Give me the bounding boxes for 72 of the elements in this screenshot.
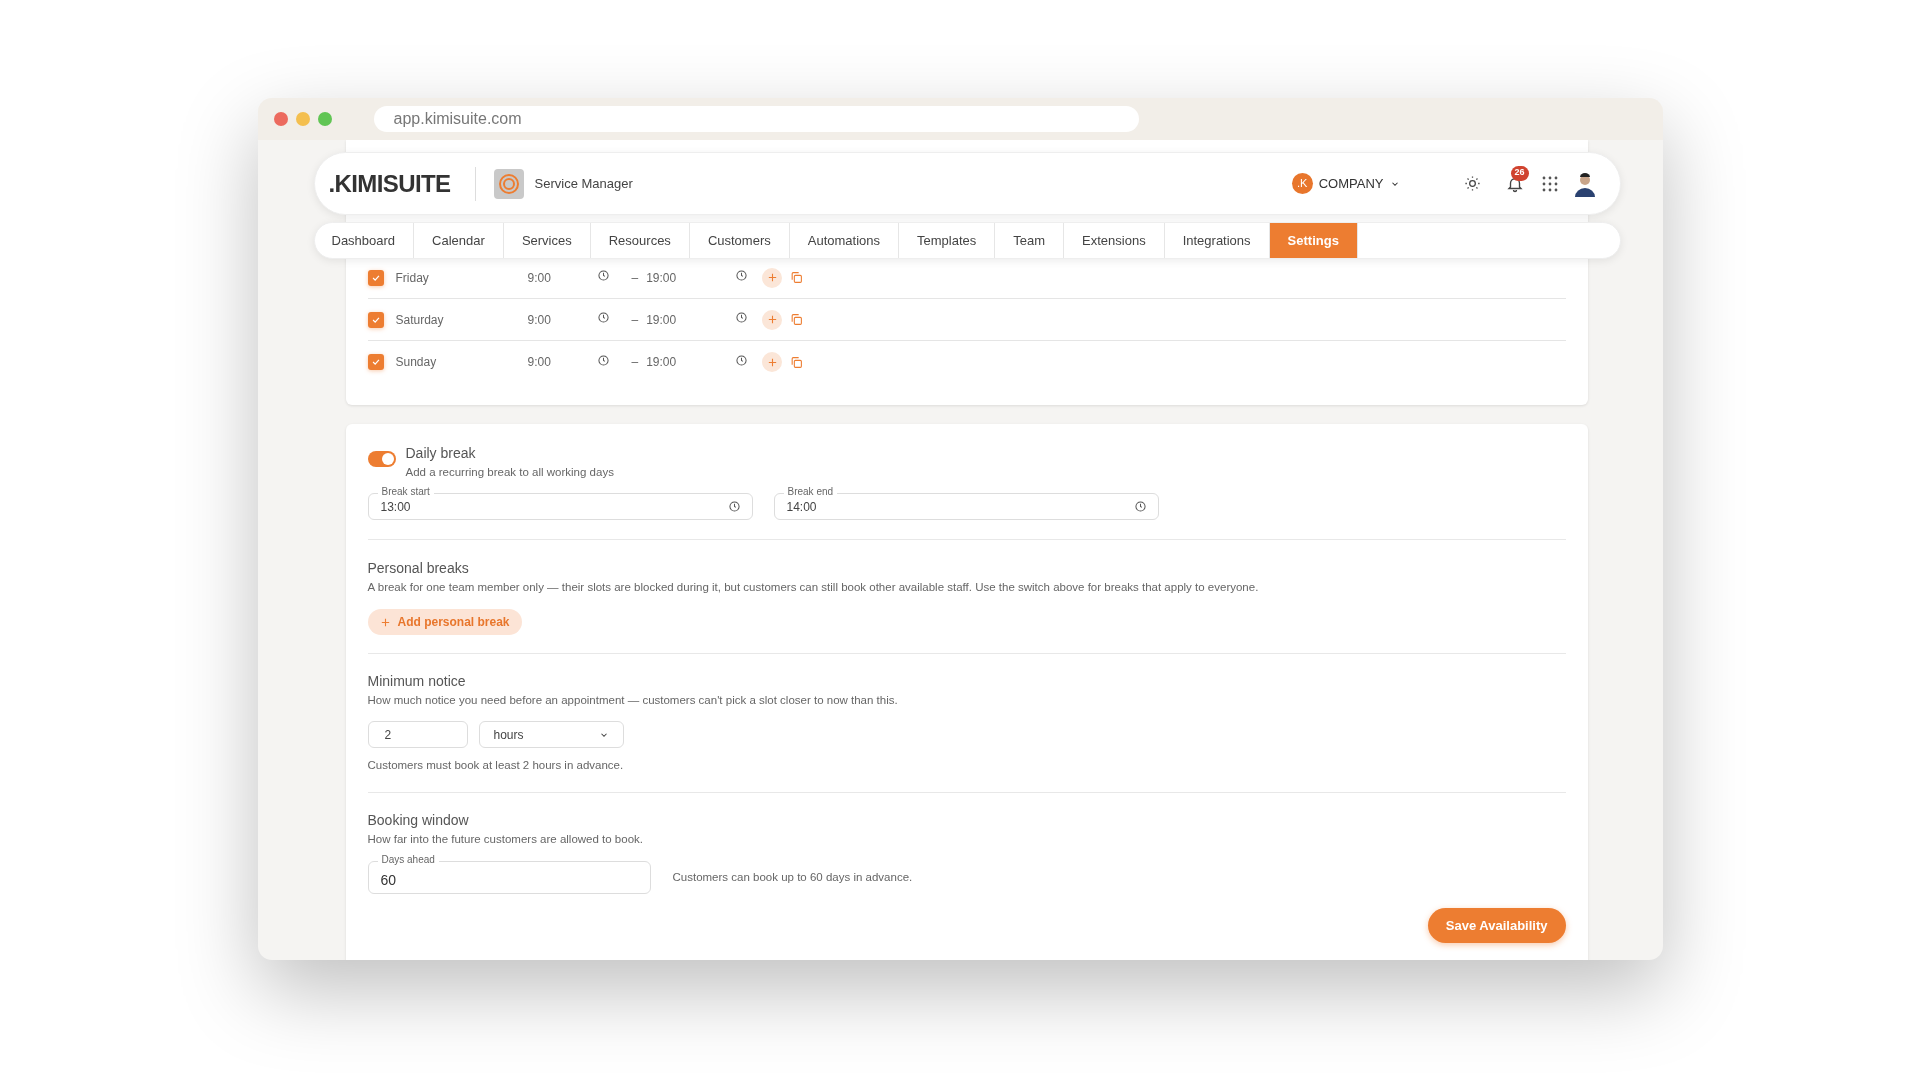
dash: – [631,269,639,287]
clock-icon [736,270,748,281]
day-checkbox[interactable] [367,269,384,286]
dash: – [631,354,639,371]
add-slot-button[interactable] [762,352,783,372]
add-slot-button[interactable] [762,267,783,288]
start-time: 9:00 [527,354,552,371]
clock-icon [736,354,748,366]
field-label: Days ahead [377,854,439,867]
end-time: 19:00 [646,311,678,329]
amount-field[interactable]: 2 [367,721,468,748]
section-description: Add a recurring break to all working days [405,465,614,480]
nav-tab[interactable]: Customers [689,223,790,258]
start-time: 9:00 [527,269,552,287]
clock-icon [597,312,609,323]
nav-tab[interactable]: Templates [899,223,996,258]
day-name: Sunday [395,354,438,371]
field-label: Break start [377,486,434,498]
clock-icon [597,354,609,366]
add-slot-button[interactable] [762,309,783,330]
apps-grid-icon[interactable] [1541,175,1558,192]
nav-tab[interactable]: Dashboard [314,223,415,258]
logo: .KIMISUITE [328,168,451,199]
dash: – [631,311,639,329]
section-description: A break for one team member only — their slots are blocked during it, but customers can still book other available staff. Use the switch above for breaks that apply to everyone. [367,580,1260,595]
check-icon [370,357,381,367]
app-logo-icon [493,168,524,199]
toggle-switch[interactable] [367,451,396,467]
nav-tab[interactable]: Automations [789,223,899,258]
clock-icon [736,312,748,323]
section-title: Daily break [405,444,477,462]
plus-icon [379,616,391,628]
company-avatar: .K [1291,173,1313,194]
nav-tab[interactable]: Integrations [1164,223,1270,258]
section-description: How much notice you need before an appointment — customers can't pick a slot closer to now than this. [367,693,899,708]
copy-icon[interactable] [790,355,804,369]
plus-icon [766,314,778,325]
copy-icon[interactable] [790,271,804,284]
end-time: 19:00 [646,354,678,371]
start-time: 9:00 [527,311,552,329]
helper-text: Customers must book at least 2 hours in advance. [367,758,625,773]
day-checkbox[interactable] [367,311,384,328]
nav-tab[interactable]: Team [995,223,1065,258]
clock-icon [1134,501,1146,512]
day-checkbox[interactable] [367,354,384,370]
field-value: 13:00 [380,498,411,515]
section-description: How far into the future customers are allowed to book. [367,832,644,848]
section-title: Minimum notice [367,672,467,690]
sun-icon[interactable] [1463,175,1481,192]
unit-select[interactable]: hours [478,721,624,748]
end-time: 19:00 [646,269,678,287]
section-title: Booking window [367,811,470,830]
nav-tab[interactable]: Extensions [1064,223,1165,258]
day-name: Saturday [395,311,445,329]
section-title: Personal breaks [367,559,470,577]
copy-icon[interactable] [790,313,804,326]
clock-icon [728,501,740,512]
nav-tab[interactable]: Services [503,223,591,258]
field-value: 60 [380,871,397,888]
company-switcher[interactable]: .K COMPANY [1291,173,1400,194]
field-label: Break end [783,486,838,498]
plus-icon [766,356,778,368]
app-name: Service Manager [534,174,633,193]
plus-icon [766,272,778,283]
nav-tab[interactable]: Resources [590,223,690,258]
day-name: Friday [395,269,430,287]
notification-badge: 26 [1510,165,1529,181]
url-bar[interactable]: app.kimisuite.com [373,106,1139,132]
helper-text: Customers can book up to 60 days in advance. [672,870,913,886]
clock-icon [597,270,609,281]
nav-tab[interactable]: Calendar [414,223,504,258]
field-value: 14:00 [786,498,817,515]
